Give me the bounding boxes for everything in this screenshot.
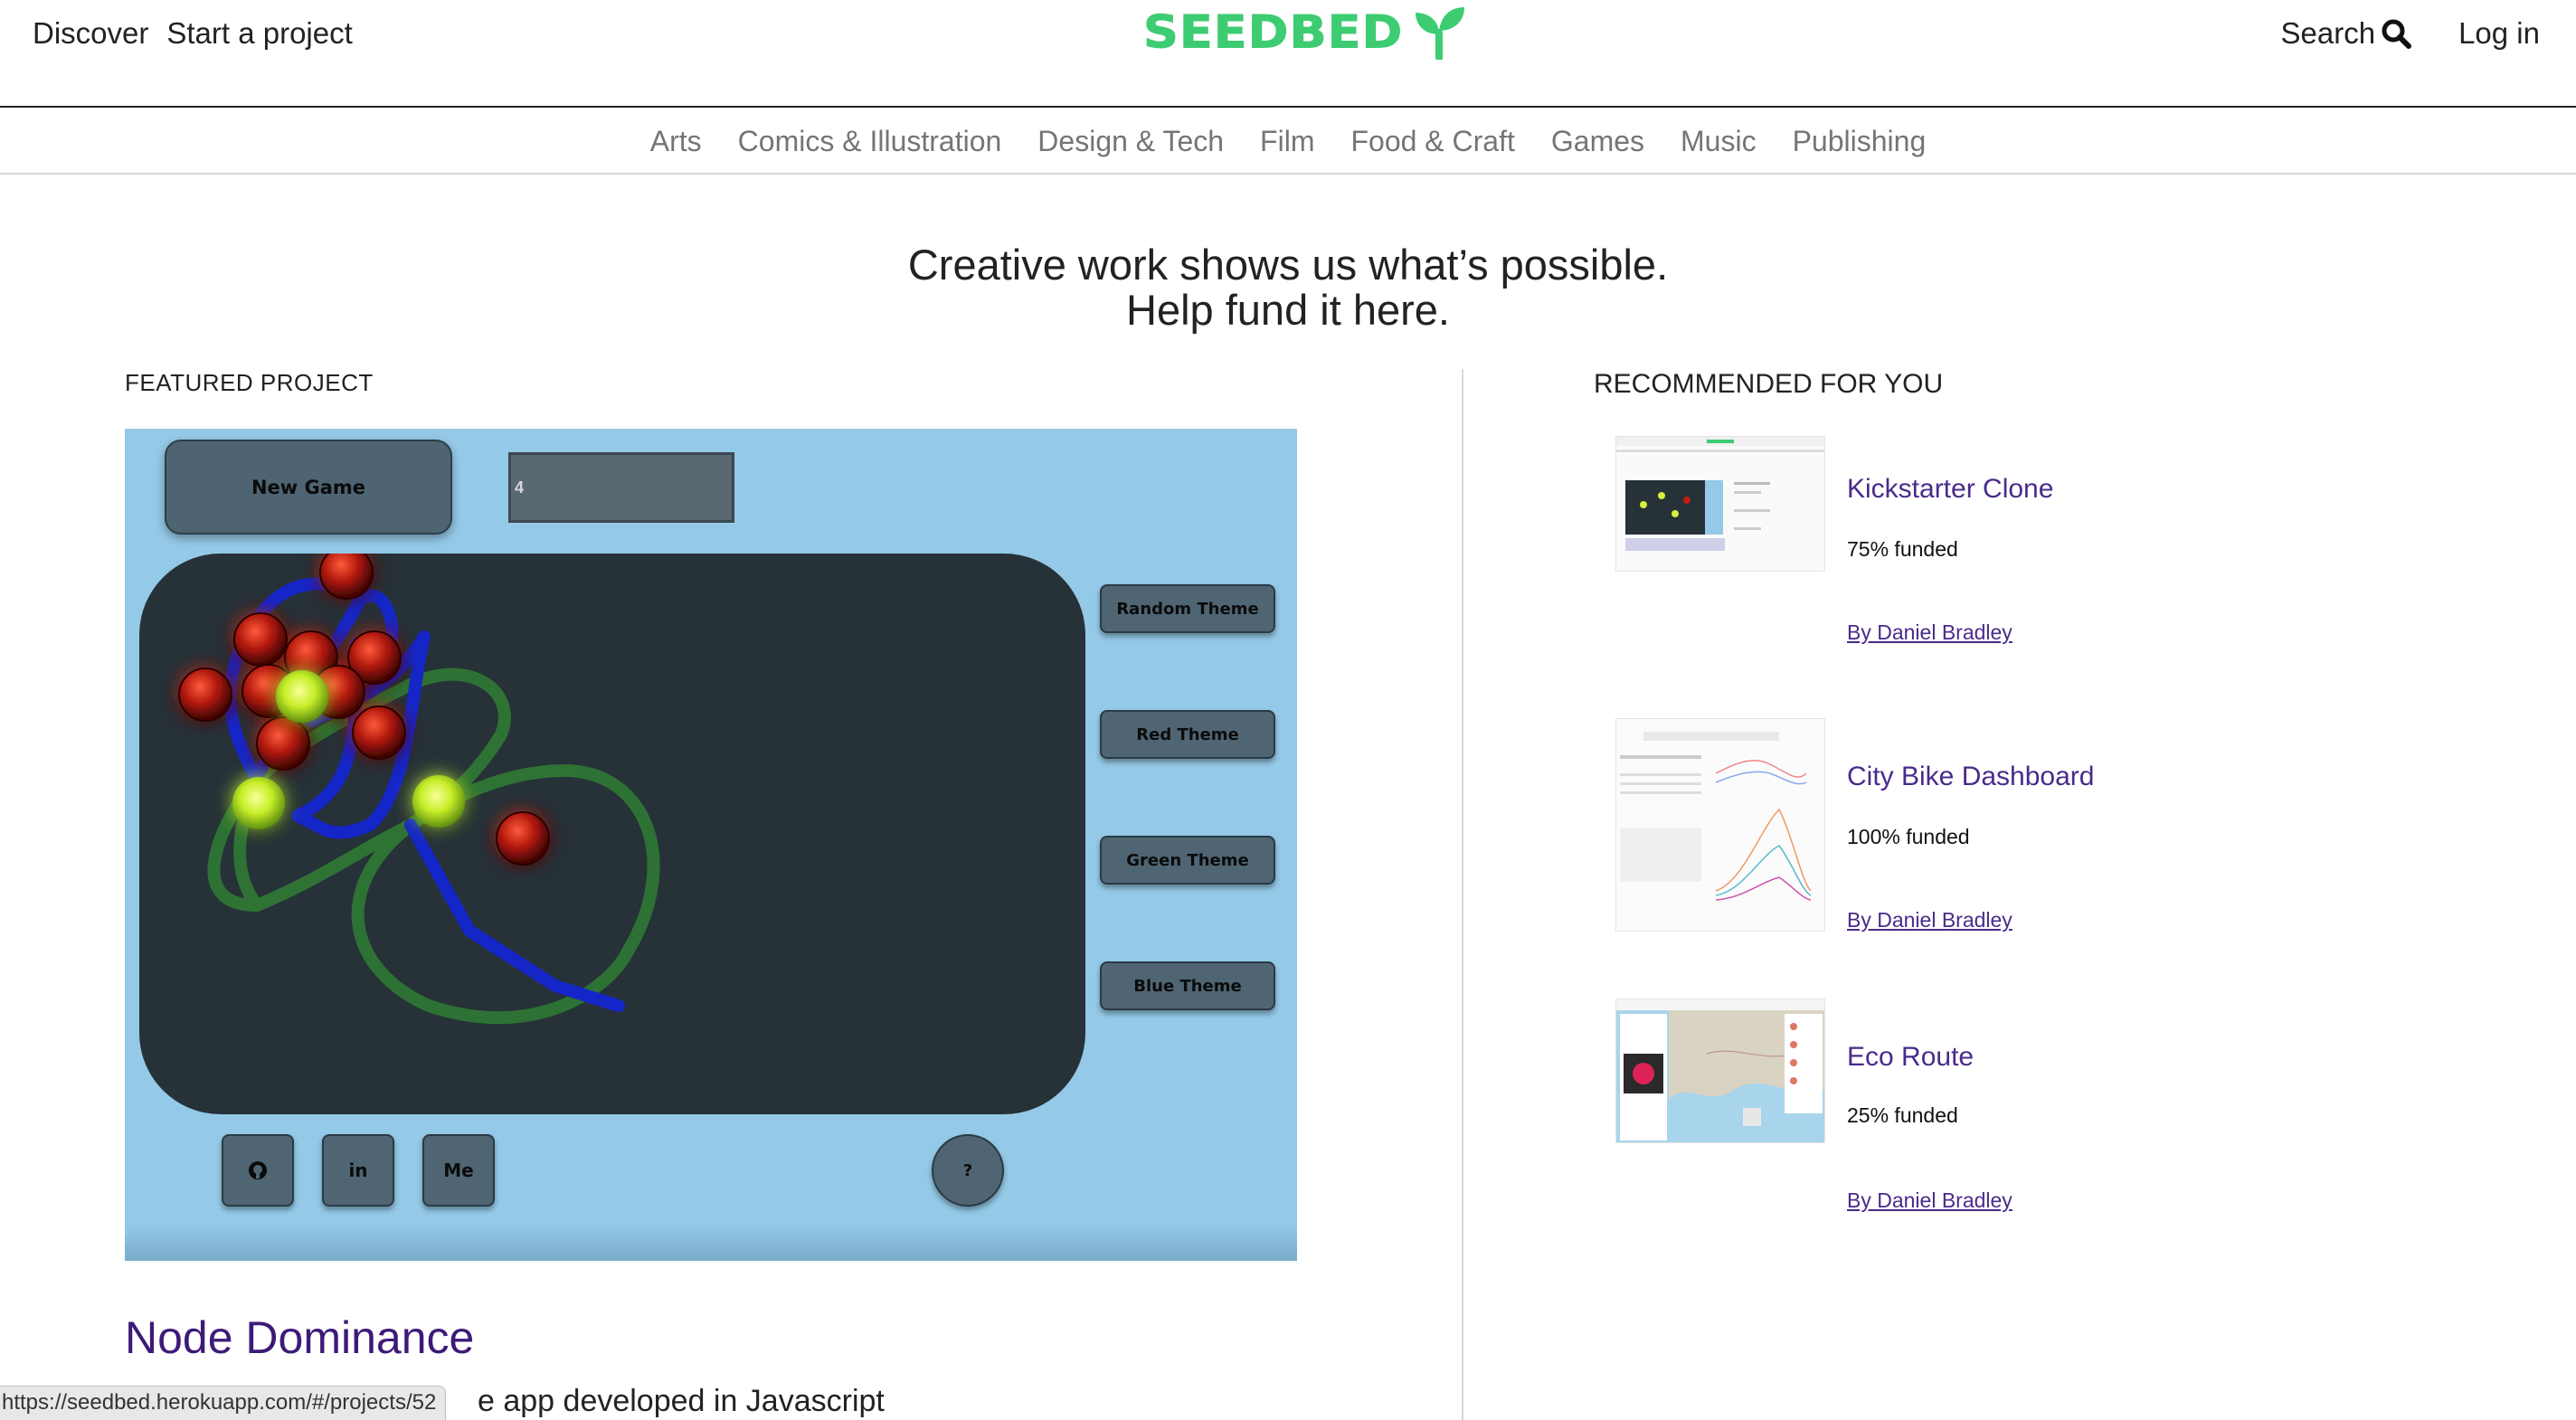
node-count-field: 4 (508, 452, 734, 523)
nav-left: Discover Start a project (33, 16, 353, 51)
category-nav: Arts Comics & Illustration Design & Tech… (0, 109, 2576, 175)
search-icon (2382, 19, 2412, 49)
login-link[interactable]: Log in (2458, 16, 2540, 51)
recommended-item[interactable]: Eco Route 25% funded By Daniel Bradley (1615, 999, 2429, 1216)
recommended-item[interactable]: City Bike Dashboard 100% funded By Danie… (1615, 718, 2429, 935)
featured-project-label: FEATURED PROJECT (125, 369, 374, 396)
eco-route-thumbnail-graphic (1616, 999, 1824, 1142)
node-graph (178, 554, 660, 1025)
recommended-item-funded: 25% funded (1847, 1103, 1958, 1127)
project-thumbnail[interactable] (1615, 999, 1825, 1143)
category-arts[interactable]: Arts (650, 125, 702, 158)
category-music[interactable]: Music (1681, 125, 1757, 158)
red-theme-button: Red Theme (1100, 710, 1275, 759)
image-bottom-shade (125, 1225, 1297, 1261)
search-label: Search (2280, 16, 2376, 50)
game-board (139, 554, 1085, 1114)
recommended-item-author[interactable]: By Daniel Bradley (1847, 620, 2012, 645)
project-thumbnail[interactable] (1615, 436, 1825, 572)
search-button[interactable]: Search (2281, 16, 2412, 51)
category-film[interactable]: Film (1260, 125, 1314, 158)
recommended-item-funded: 100% funded (1847, 825, 1970, 848)
help-button: ? (932, 1134, 1004, 1207)
project-thumbnail[interactable] (1615, 718, 1825, 932)
hero-line-2: Help fund it here. (1126, 286, 1450, 334)
category-publishing[interactable]: Publishing (1793, 125, 1927, 158)
sprout-icon (1416, 6, 1465, 60)
featured-project-image[interactable]: New Game 4 Random Theme Red Theme Green … (125, 429, 1297, 1261)
hero-line-1: Creative work shows us what’s possible. (907, 241, 1669, 289)
portfolio-button: Me (422, 1134, 495, 1207)
linkedin-button: in (322, 1134, 394, 1207)
recommended-label: RECOMMENDED FOR YOU (1594, 369, 1944, 399)
recommended-item-title[interactable]: Eco Route (1847, 1042, 1974, 1073)
hero-tagline: Creative work shows us what’s possible. … (0, 242, 2576, 333)
category-food-craft[interactable]: Food & Craft (1350, 125, 1514, 158)
recommended-item-title[interactable]: City Bike Dashboard (1847, 762, 2094, 792)
top-navigation-bar: Discover Start a project SEEDBED Search … (0, 0, 2576, 108)
category-design-tech[interactable]: Design & Tech (1037, 125, 1224, 158)
category-games[interactable]: Games (1551, 125, 1644, 158)
kickstarter-clone-thumbnail-graphic (1616, 437, 1824, 551)
city-bike-dashboard-thumbnail-graphic (1616, 719, 1824, 931)
discover-link[interactable]: Discover (33, 16, 148, 51)
github-button (222, 1134, 294, 1207)
featured-project-title[interactable]: Node Dominance (125, 1311, 474, 1364)
column-divider (1462, 369, 1463, 1420)
recommended-item-author[interactable]: By Daniel Bradley (1847, 1188, 2012, 1213)
recommended-item[interactable]: Kickstarter Clone 75% funded By Daniel B… (1615, 436, 2429, 653)
green-theme-button: Green Theme (1100, 836, 1275, 885)
github-icon (249, 1161, 267, 1179)
recommended-item-funded: 75% funded (1847, 537, 1958, 561)
seedbed-logo[interactable]: SEEDBED (1142, 4, 1466, 61)
random-theme-button: Random Theme (1100, 584, 1275, 633)
blue-theme-button: Blue Theme (1100, 961, 1275, 1010)
start-project-link[interactable]: Start a project (166, 16, 352, 51)
featured-project-description: e app developed in Javascript (478, 1384, 885, 1418)
nav-right: Search Log in (2281, 16, 2540, 51)
status-bar-url: https://seedbed.herokuapp.com/#/projects… (0, 1386, 447, 1420)
logo-text: SEEDBED (1142, 5, 1404, 59)
recommended-item-title[interactable]: Kickstarter Clone (1847, 474, 2053, 505)
new-game-button: New Game (165, 440, 452, 535)
category-comics-illustration[interactable]: Comics & Illustration (738, 125, 1002, 158)
recommended-item-author[interactable]: By Daniel Bradley (1847, 908, 2012, 932)
